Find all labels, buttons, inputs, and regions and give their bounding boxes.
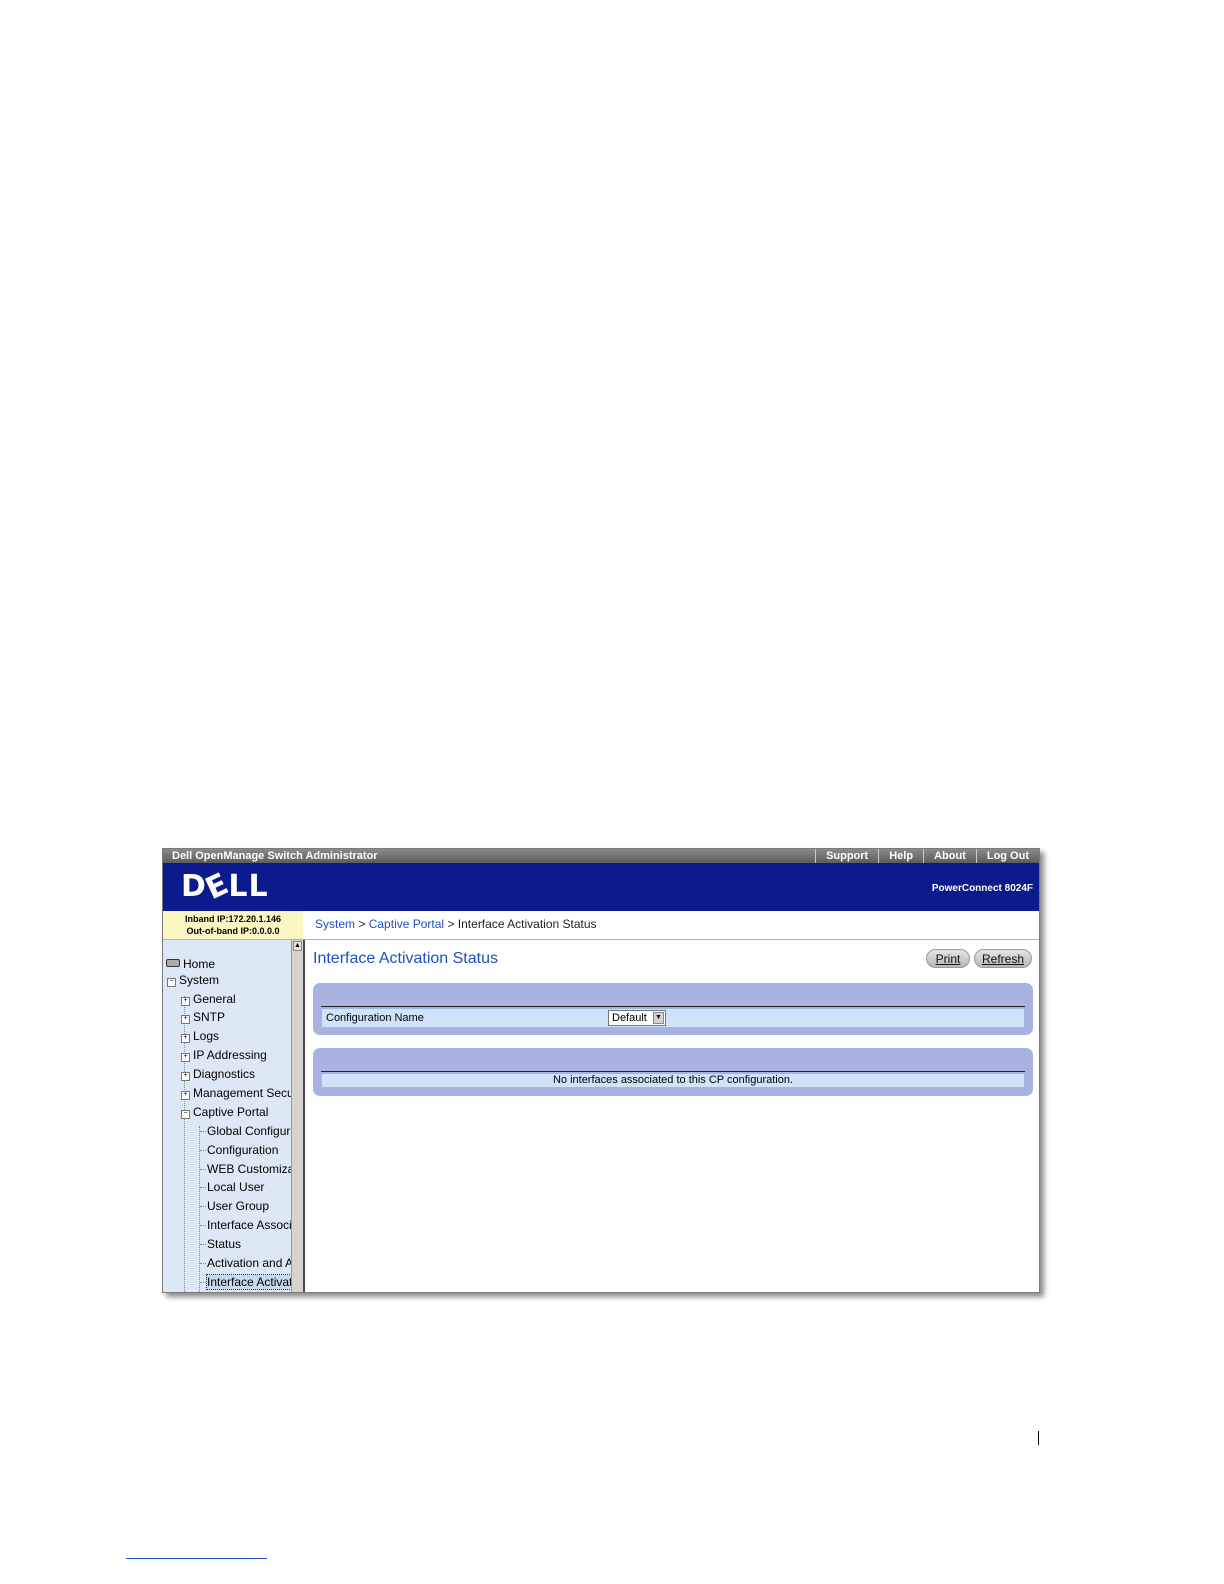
panel-rule — [321, 1071, 1025, 1072]
breadcrumb-sep: > — [358, 917, 366, 931]
tree-label: General — [193, 992, 236, 1006]
dell-logo: DELL — [181, 866, 269, 907]
tree-connector — [200, 1187, 206, 1188]
tree-label: Status — [207, 1237, 242, 1251]
tree-connector — [200, 1263, 206, 1264]
title-bar: Dell OpenManage Switch Administrator Sup… — [163, 849, 1039, 863]
tree-connector — [200, 1169, 206, 1170]
tree-item-general[interactable]: + General — [181, 992, 236, 1006]
tree-connector — [200, 1131, 206, 1132]
tree-item-global-configuration[interactable]: Global Configurat — [207, 1124, 291, 1138]
inband-ip: Inband IP:172.20.1.146 — [184, 914, 282, 924]
tree-label: Interface Activati — [207, 1275, 291, 1289]
tree-item-interface-association[interactable]: Interface Associa — [207, 1218, 291, 1232]
outband-ip: Out-of-band IP:0.0.0.0 — [186, 926, 280, 936]
expand-icon[interactable]: + — [181, 1091, 190, 1100]
frame-divider — [303, 940, 305, 1292]
tree-label: IP Addressing — [193, 1048, 267, 1062]
scroll-up-arrow-icon[interactable]: ▲ — [293, 941, 302, 951]
expand-icon[interactable]: + — [181, 1053, 190, 1062]
tree-label: User Group — [207, 1199, 270, 1213]
tree-label: Configuration — [207, 1143, 279, 1157]
tree-connector — [200, 1206, 206, 1207]
breadcrumb-current: Interface Activation Status — [457, 917, 597, 931]
sidebar-scrollbar[interactable]: ▲ — [291, 940, 303, 1292]
support-link[interactable]: Support — [815, 849, 878, 863]
tree-item-logs[interactable]: + Logs — [181, 1029, 219, 1043]
about-link[interactable]: About — [923, 849, 976, 863]
tree-item-web-customization[interactable]: WEB Customiza — [207, 1162, 291, 1176]
tree-connector — [200, 1150, 206, 1151]
tree-item-user-group[interactable]: User Group — [207, 1199, 269, 1213]
tree-label: WEB Customiza — [207, 1162, 291, 1176]
logout-link[interactable]: Log Out — [975, 849, 1039, 863]
config-row: Configuration Name Default ▼ — [321, 1008, 1025, 1028]
tree-label: Logs — [193, 1029, 220, 1043]
tree-label: Diagnostics — [193, 1067, 256, 1081]
tree-item-management-security[interactable]: + Management Securi — [181, 1086, 291, 1100]
app-title: Dell OpenManage Switch Administrator — [172, 850, 378, 862]
config-name-label: Configuration Name — [326, 1012, 424, 1024]
empty-message-row: No interfaces associated to this CP conf… — [321, 1073, 1025, 1088]
tree-connector — [200, 1282, 206, 1283]
nav-tree: Home − System + General + SNTP + Logs + IP Ad… — [163, 940, 291, 1292]
tree-item-local-user[interactable]: Local User — [207, 1180, 264, 1194]
expand-icon[interactable]: + — [181, 1072, 190, 1081]
tree-label: Local User — [207, 1180, 265, 1194]
breadcrumb-captive-portal[interactable]: Captive Portal — [369, 917, 444, 931]
config-panel: Configuration Name Default ▼ — [313, 983, 1033, 1035]
tree-label: Global Configurat — [207, 1124, 291, 1138]
tree-connector — [200, 1225, 206, 1226]
refresh-button[interactable]: Refresh — [974, 949, 1032, 968]
tree-item-configuration[interactable]: Configuration — [207, 1143, 278, 1157]
tree-label: System — [179, 973, 220, 987]
collapse-icon[interactable]: − — [167, 978, 176, 987]
tree-label: Interface Associa — [207, 1218, 291, 1232]
tree-item-diagnostics[interactable]: + Diagnostics — [181, 1067, 255, 1081]
tree-label: Home — [183, 957, 216, 971]
config-name-select[interactable]: Default ▼ — [608, 1010, 666, 1026]
tree-item-home[interactable]: Home — [166, 957, 215, 971]
tree-connector — [199, 1126, 200, 1292]
help-link[interactable]: Help — [878, 849, 923, 863]
empty-message: No interfaces associated to this CP conf… — [552, 1074, 794, 1086]
tree-label: Activation and Ac — [207, 1256, 291, 1270]
tree-label: Management Securi — [193, 1086, 291, 1100]
footnote-rule — [126, 1558, 267, 1559]
tree-item-activation-and-activity[interactable]: Activation and Ac — [207, 1256, 291, 1270]
chevron-down-icon[interactable]: ▼ — [653, 1012, 664, 1024]
breadcrumb: System > Captive Portal > Interface Acti… — [315, 917, 597, 931]
page-margin-mark — [1038, 1431, 1039, 1445]
collapse-icon[interactable]: − — [181, 1110, 190, 1119]
config-name-value: Default — [612, 1012, 647, 1024]
expand-icon[interactable]: + — [181, 1034, 190, 1043]
tree-label: Captive Portal — [193, 1105, 269, 1119]
tree-connector — [200, 1244, 206, 1245]
interfaces-panel: No interfaces associated to this CP conf… — [313, 1048, 1033, 1096]
header-banner: DELL PowerConnect 8024F — [163, 863, 1039, 911]
tree-item-ip-addressing[interactable]: + IP Addressing — [181, 1048, 267, 1062]
panel-rule — [321, 1006, 1025, 1007]
tree-label: SNTP — [193, 1010, 226, 1024]
tree-item-captive-portal[interactable]: − Captive Portal — [181, 1105, 268, 1119]
product-name: PowerConnect 8024F — [931, 883, 1033, 894]
ip-info: Inband IP:172.20.1.146 Out-of-band IP:0.… — [163, 911, 303, 939]
tree-item-sntp[interactable]: + SNTP — [181, 1010, 225, 1024]
tree-item-status[interactable]: Status — [207, 1237, 241, 1251]
top-links: Support Help About Log Out — [815, 849, 1039, 863]
app-window: Dell OpenManage Switch Administrator Sup… — [162, 848, 1040, 1293]
breadcrumb-system[interactable]: System — [315, 917, 355, 931]
page-title: Interface Activation Status — [313, 950, 498, 967]
tree-item-interface-activation-status[interactable]: Interface Activati — [205, 1274, 291, 1290]
expand-icon[interactable]: + — [181, 997, 190, 1006]
home-icon — [166, 959, 180, 967]
breadcrumb-sep: > — [447, 917, 455, 931]
print-button[interactable]: Print — [926, 949, 970, 968]
tree-item-system[interactable]: − System — [167, 973, 219, 987]
expand-icon[interactable]: + — [181, 1015, 190, 1024]
